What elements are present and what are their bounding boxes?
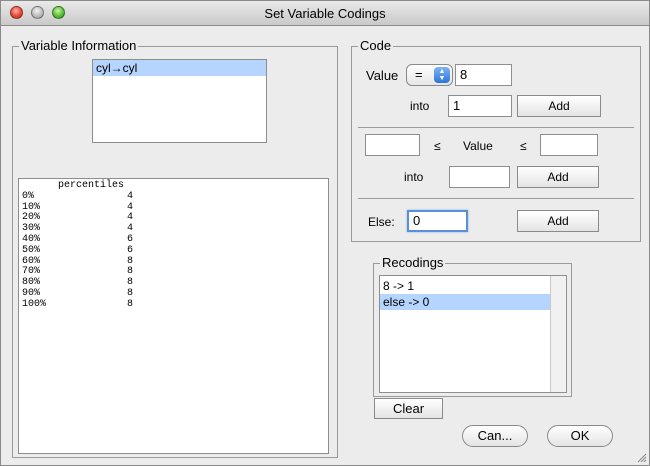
recoding-item[interactable]: 8 -> 1	[380, 278, 551, 294]
percentile-label: 100%	[22, 298, 47, 310]
variable-information-legend: Variable Information	[19, 38, 139, 53]
variable-information-group: Variable Information cyl→cyl percentiles…	[12, 39, 338, 458]
add-range-button[interactable]: Add	[517, 166, 599, 188]
clear-button[interactable]: Clear	[374, 398, 443, 419]
into-input[interactable]: 1	[448, 95, 512, 117]
summary-header: percentiles	[22, 180, 125, 191]
else-label: Else:	[368, 215, 395, 229]
percentiles-table: 0% 4 10% 4 20% 4 30% 4 40% 6 50% 6 60% 8 70% 8 80% 8 90% 8 1…	[22, 190, 328, 311]
variable-list-items: cyl→cyl	[93, 60, 266, 76]
recodings-group: Recodings 8 -> 1 else -> 0	[373, 256, 572, 397]
range-value-label: Value	[463, 139, 493, 153]
add-else-button[interactable]: Add	[517, 210, 599, 232]
percentile-row: 60% 8	[22, 256, 328, 268]
operator-select[interactable]: = ▲ ▼	[406, 64, 453, 86]
percentile-row: 30% 4	[22, 223, 328, 235]
percentile-row: 70% 8	[22, 267, 328, 278]
recodings-list-items: 8 -> 1 else -> 0	[380, 278, 551, 310]
percentile-row: 0% 4	[22, 190, 328, 203]
percentile-row: 90% 8	[22, 288, 328, 300]
percentile-row: 40% 6	[22, 234, 328, 246]
percentile-label: 0%	[22, 190, 35, 202]
percentile-row: 50% 6	[22, 244, 328, 257]
cancel-button[interactable]: Can...	[462, 425, 528, 447]
operator-select-value: =	[415, 67, 423, 82]
range-upper-input[interactable]	[540, 134, 598, 156]
ok-button[interactable]: OK	[547, 425, 613, 447]
value-label: Value	[366, 68, 399, 83]
window-title: Set Variable Codings	[264, 6, 386, 21]
select-arrows-icon: ▲ ▼	[434, 67, 450, 83]
code-legend: Code	[358, 38, 394, 53]
percentile-value: 4	[127, 190, 134, 202]
percentile-row: 10% 4	[22, 202, 328, 214]
separator	[358, 198, 634, 199]
percentile-row: 80% 8	[22, 277, 328, 289]
else-input[interactable]: 0	[407, 210, 468, 232]
range-into-label: into	[404, 170, 424, 184]
resize-grip-icon[interactable]	[635, 451, 647, 463]
into-label: into	[410, 99, 430, 113]
separator	[358, 127, 634, 128]
value-input[interactable]: 8	[455, 64, 512, 86]
recoding-item[interactable]: else -> 0	[380, 294, 551, 310]
title-bar[interactable]: Set Variable Codings	[1, 1, 649, 26]
dialog-window: Set Variable Codings Variable Informatio…	[0, 0, 650, 466]
range-into-input[interactable]	[449, 166, 510, 188]
variable-summary-output[interactable]: percentiles 0% 4 10% 4 20% 4 30% 4 40% 6 50% 6 60% 8 7…	[18, 178, 329, 454]
percentile-label: 50%	[22, 244, 41, 256]
variable-list[interactable]: cyl→cyl	[92, 59, 267, 143]
percentile-row: 100% 8	[22, 298, 328, 311]
recodings-legend: Recodings	[380, 255, 446, 270]
recodings-list[interactable]: 8 -> 1 else -> 0	[379, 275, 567, 393]
add-value-button[interactable]: Add	[517, 95, 601, 117]
range-lower-input[interactable]	[365, 134, 420, 156]
percentile-value: 6	[127, 244, 134, 256]
less-equal-symbol: ≤	[434, 139, 441, 153]
code-group: Code Value = ▲ ▼ 8 into 1 Add ≤ Value ≤ i…	[351, 39, 641, 242]
recodings-scrollbar[interactable]	[550, 276, 566, 392]
percentile-row: 20% 4	[22, 213, 328, 224]
less-equal-symbol: ≤	[520, 139, 527, 153]
percentile-value: 8	[127, 298, 134, 310]
variable-list-item[interactable]: cyl→cyl	[93, 60, 266, 76]
